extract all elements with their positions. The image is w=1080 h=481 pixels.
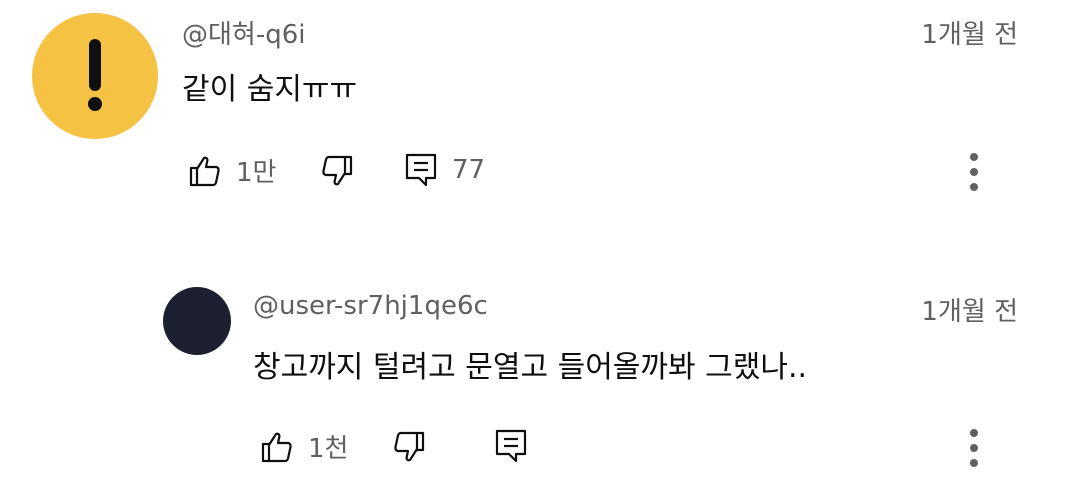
avatar[interactable]	[163, 287, 231, 355]
comment-timestamp: 1개월 전	[921, 297, 1018, 327]
like-button[interactable]: 1천	[260, 428, 348, 465]
reply-item: @user-sr7hj1qe6c 1개월 전 창고까지 털려고 문열고 들어올까…	[0, 0, 1080, 481]
like-count: 1천	[308, 434, 349, 464]
thumbs-down-icon	[394, 431, 425, 462]
comment-text: 창고까지 털려고 문열고 들어올까봐 그랬나..	[253, 350, 808, 385]
dot	[970, 459, 978, 467]
dot	[970, 429, 978, 437]
dislike-button[interactable]	[392, 430, 426, 464]
thumbs-up-icon	[261, 432, 292, 462]
comment-author[interactable]: @user-sr7hj1qe6c	[253, 291, 488, 321]
more-options-button[interactable]	[969, 429, 979, 474]
reply-button[interactable]	[494, 428, 528, 464]
reply-icon	[495, 429, 527, 463]
dot	[970, 444, 978, 452]
